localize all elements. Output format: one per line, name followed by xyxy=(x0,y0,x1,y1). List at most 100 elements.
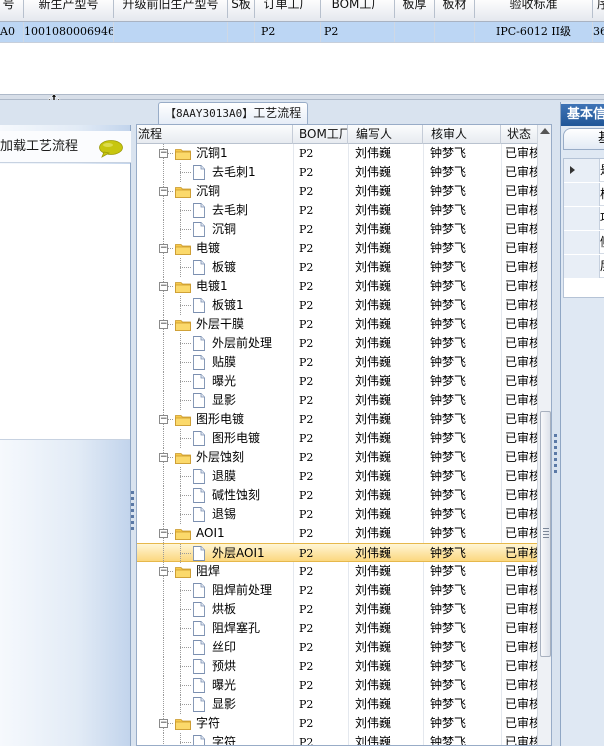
info-row[interactable]: 项 xyxy=(564,207,604,230)
tree-row[interactable]: 板镀1 P2 刘伟巍 钟梦飞 已审核 xyxy=(137,296,537,315)
tree-row[interactable]: 退锡 P2 刘伟巍 钟梦飞 已审核 xyxy=(137,505,537,524)
collapse-toggle-icon[interactable]: − xyxy=(159,719,168,728)
tree-row[interactable]: − 字符 P2 刘伟巍 钟梦飞 已审核 xyxy=(137,714,537,733)
tree-row[interactable]: 字符 P2 刘伟巍 钟梦飞 已审核 xyxy=(137,733,537,746)
column-header-material[interactable]: 板材 xyxy=(435,0,475,18)
tree-row[interactable]: − 阻焊 P2 刘伟巍 钟梦飞 已审核 xyxy=(137,562,537,581)
tab-process-flow[interactable]: 【8AAY3013A0】工艺流程 xyxy=(158,102,309,124)
folder-icon xyxy=(175,281,191,293)
cell-writer: 刘伟巍 xyxy=(355,735,392,746)
column-header-writer[interactable]: 编写人 xyxy=(348,125,423,144)
tree-row[interactable]: 显影 P2 刘伟巍 钟梦飞 已审核 xyxy=(137,695,537,714)
collapse-toggle-icon[interactable]: − xyxy=(159,187,168,196)
info-row[interactable]: 核 xyxy=(564,183,604,206)
folder-icon xyxy=(175,566,191,578)
tree-row[interactable]: 退膜 P2 刘伟巍 钟梦飞 已审核 xyxy=(137,467,537,486)
tab-basic[interactable]: 基 xyxy=(563,128,604,150)
collapse-toggle-icon[interactable]: − xyxy=(159,320,168,329)
collapse-toggle-icon[interactable]: − xyxy=(159,149,168,158)
cell-standard: IPC-6012 II级 xyxy=(475,22,593,42)
collapse-toggle-icon[interactable]: − xyxy=(159,567,168,576)
document-icon xyxy=(193,203,205,218)
left-splitter-grip[interactable] xyxy=(131,491,135,533)
tree-node-label: 去毛刺 xyxy=(212,203,249,217)
tree-row[interactable]: 曝光 P2 刘伟巍 钟梦飞 已审核 xyxy=(137,372,537,391)
tree-node-label: 预烘 xyxy=(212,659,237,673)
cell-writer: 刘伟巍 xyxy=(355,640,392,654)
load-flow-label[interactable]: 添加载工艺流程 xyxy=(0,131,78,163)
info-row-label: 是 xyxy=(600,159,604,182)
tree-row[interactable]: − 图形电镀 P2 刘伟巍 钟梦飞 已审核 xyxy=(137,410,537,429)
tree-row[interactable]: − 电镀1 P2 刘伟巍 钟梦飞 已审核 xyxy=(137,277,537,296)
column-header-s-board[interactable]: S板 xyxy=(228,0,255,18)
column-header-standard[interactable]: 验收标准 xyxy=(475,0,593,18)
tree-row[interactable]: 预烘 P2 刘伟巍 钟梦飞 已审核 xyxy=(137,657,537,676)
column-header-flow[interactable]: 流程 xyxy=(137,125,293,144)
cell-reviewer: 钟梦飞 xyxy=(430,165,467,179)
info-row[interactable]: 层 xyxy=(564,255,604,278)
tree-row[interactable]: 丝印 P2 刘伟巍 钟梦飞 已审核 xyxy=(137,638,537,657)
column-header-reviewer[interactable]: 核审人 xyxy=(423,125,501,144)
tree-node-label: 阻焊塞孔 xyxy=(212,621,261,635)
document-icon xyxy=(193,393,205,408)
comment-icon[interactable] xyxy=(98,140,124,158)
cell-status: 已审核 xyxy=(505,393,537,407)
cell-bom-factory: P2 xyxy=(299,679,314,692)
column-header-bom[interactable]: BOM工厂 xyxy=(293,125,348,144)
tree-row[interactable]: − 外层蚀刻 P2 刘伟巍 钟梦飞 已审核 xyxy=(137,448,537,467)
tree-vertical-scrollbar[interactable] xyxy=(537,125,551,745)
cell-bom-factory: P2 xyxy=(321,22,395,42)
tree-row-selected[interactable]: 外层AOI1 P2 刘伟巍 钟梦飞 已审核 xyxy=(137,543,537,563)
tree-row[interactable]: − 沉铜1 P2 刘伟巍 钟梦飞 已审核 xyxy=(137,144,537,163)
tree-row[interactable]: 去毛刺1 P2 刘伟巍 钟梦飞 已审核 xyxy=(137,163,537,182)
right-splitter[interactable] xyxy=(552,124,560,746)
info-row[interactable]: 侧 xyxy=(564,231,604,254)
column-header-status[interactable]: 状态 xyxy=(501,125,537,144)
cell-status: 已审核 xyxy=(505,431,537,445)
process-tree-body: −沉铜1P2刘伟巍钟梦飞已审核去毛刺1P2刘伟巍钟梦飞已审核−沉铜P2刘伟巍钟梦… xyxy=(137,144,537,746)
column-header-no[interactable]: 号 xyxy=(0,0,24,18)
tree-row[interactable]: 曝光 P2 刘伟巍 钟梦飞 已审核 xyxy=(137,676,537,695)
load-flow-bar[interactable]: 添加载工艺流程 xyxy=(0,131,131,163)
tree-row[interactable]: − AOI1 P2 刘伟巍 钟梦飞 已审核 xyxy=(137,524,537,543)
column-header-new-model[interactable]: 新生产型号 xyxy=(24,0,114,18)
column-header-bom-factory[interactable]: BOM工厂 xyxy=(321,0,395,18)
scroll-thumb[interactable] xyxy=(540,411,551,657)
tree-row[interactable]: 阻焊前处理 P2 刘伟巍 钟梦飞 已审核 xyxy=(137,581,537,600)
column-header-old-model[interactable]: 升级前旧生产型号 xyxy=(114,0,228,18)
tree-row[interactable]: 贴膜 P2 刘伟巍 钟梦飞 已审核 xyxy=(137,353,537,372)
tree-row[interactable]: 碱性蚀刻 P2 刘伟巍 钟梦飞 已审核 xyxy=(137,486,537,505)
cell-status: 已审核 xyxy=(505,165,537,179)
product-row-selected[interactable]: A0 10010800069468 P2 P2 IPC-6012 II级 36 xyxy=(0,22,604,43)
document-icon xyxy=(193,602,205,617)
tree-row[interactable]: − 外层干膜 P2 刘伟巍 钟梦飞 已审核 xyxy=(137,315,537,334)
tree-row[interactable]: 显影 P2 刘伟巍 钟梦飞 已审核 xyxy=(137,391,537,410)
column-header-order-factory[interactable]: 订单工厂 xyxy=(255,0,321,18)
info-row[interactable]: 是 xyxy=(564,159,604,182)
tree-row[interactable]: 烘板 P2 刘伟巍 钟梦飞 已审核 xyxy=(137,600,537,619)
column-header-seq[interactable]: 序 xyxy=(593,0,604,18)
tree-row[interactable]: − 沉铜 P2 刘伟巍 钟梦飞 已审核 xyxy=(137,182,537,201)
cell-status: 已审核 xyxy=(505,260,537,274)
tree-row[interactable]: 阻焊塞孔 P2 刘伟巍 钟梦飞 已审核 xyxy=(137,619,537,638)
cell-reviewer: 钟梦飞 xyxy=(430,203,467,217)
collapse-toggle-icon[interactable]: − xyxy=(159,244,168,253)
scroll-up-arrow-icon[interactable] xyxy=(540,128,550,134)
collapse-toggle-icon[interactable]: − xyxy=(159,282,168,291)
collapse-toggle-icon[interactable]: − xyxy=(159,415,168,424)
tree-row[interactable]: 图形电镀 P2 刘伟巍 钟梦飞 已审核 xyxy=(137,429,537,448)
tree-row[interactable]: 沉铜 P2 刘伟巍 钟梦飞 已审核 xyxy=(137,220,537,239)
document-icon xyxy=(193,735,205,745)
collapse-toggle-icon[interactable]: − xyxy=(159,453,168,462)
tree-row[interactable]: 去毛刺 P2 刘伟巍 钟梦飞 已审核 xyxy=(137,201,537,220)
column-header-thickness[interactable]: 板厚 xyxy=(395,0,435,18)
document-icon xyxy=(193,431,205,446)
process-tree-header: 流程 BOM工厂 编写人 核审人 状态 xyxy=(137,125,537,144)
cell-status: 已审核 xyxy=(505,735,537,746)
cell-bom-factory: P2 xyxy=(299,451,314,464)
tree-row[interactable]: 板镀 P2 刘伟巍 钟梦飞 已审核 xyxy=(137,258,537,277)
cell-writer: 刘伟巍 xyxy=(355,526,392,540)
tree-row[interactable]: − 电镀 P2 刘伟巍 钟梦飞 已审核 xyxy=(137,239,537,258)
tree-row[interactable]: 外层前处理 P2 刘伟巍 钟梦飞 已审核 xyxy=(137,334,537,353)
collapse-toggle-icon[interactable]: − xyxy=(159,529,168,538)
